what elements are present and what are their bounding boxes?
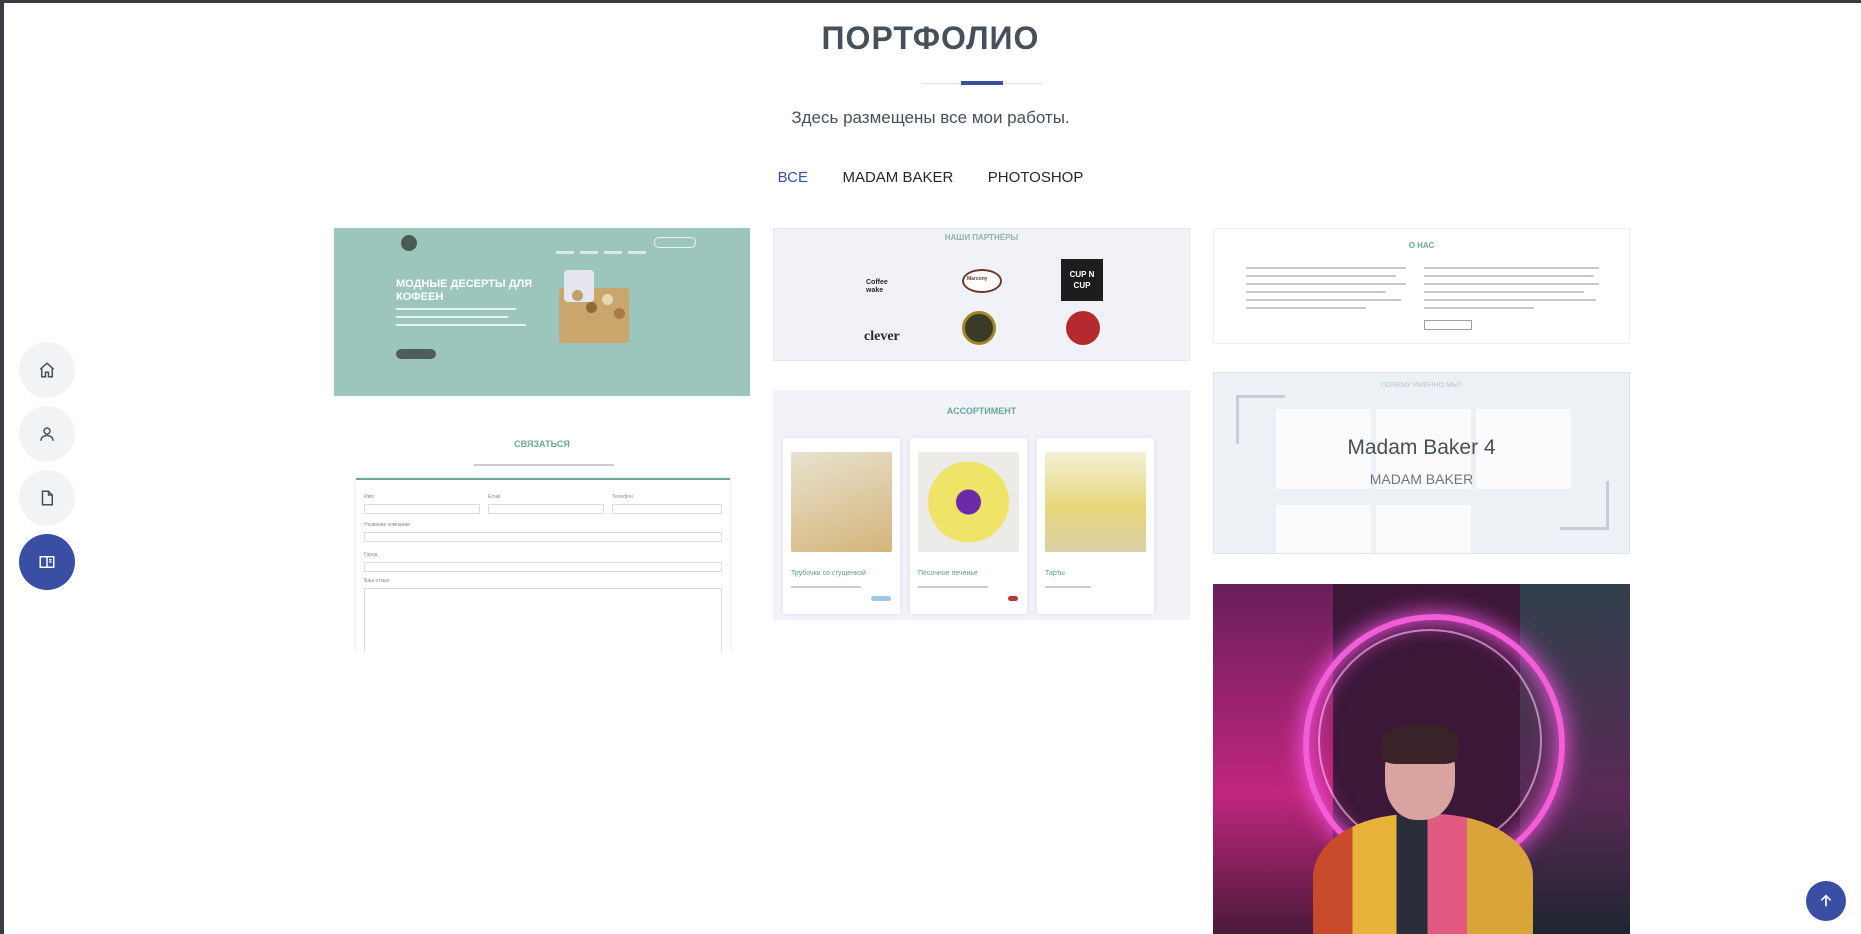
- field-label: Телефон: [612, 494, 633, 500]
- mock-text-line: [1424, 291, 1584, 293]
- mock-text-line: [1246, 275, 1396, 277]
- mock-input: [364, 504, 480, 514]
- portfolio-item-landing[interactable]: МОДНЫЕ ДЕСЕРТЫ ДЛЯ КОФЕЕН: [334, 228, 750, 396]
- partner-logo: [962, 311, 996, 345]
- nav-about-button[interactable]: [19, 406, 75, 462]
- book-icon: [39, 556, 55, 568]
- field-label: Ваш отзыв: [364, 578, 390, 584]
- partner-logo: clever: [864, 329, 900, 344]
- filter-photoshop[interactable]: Photoshop: [988, 169, 1084, 186]
- mock-text-line: [1246, 283, 1406, 285]
- tile-heading: НАШИ ПАРТНЁРЫ: [944, 233, 1019, 242]
- partner-logo: CUP N CUP: [1061, 259, 1103, 301]
- mock-text-lines: [396, 308, 526, 332]
- mock-feature-card: [1376, 505, 1471, 553]
- mock-text-line: [1424, 275, 1594, 277]
- window-top-border: [0, 0, 1861, 3]
- mock-feature-card: [1276, 505, 1371, 553]
- nav-home-button[interactable]: [19, 342, 75, 398]
- page-title: ПОРТФОЛИО: [821, 20, 1040, 56]
- mock-button: [1424, 320, 1472, 330]
- field-label: Город: [364, 552, 378, 558]
- field-label: Имя: [364, 494, 374, 500]
- mock-form: Имя Email Телефон Название компании Горо…: [356, 478, 730, 652]
- product-image: [918, 452, 1019, 552]
- partner-logo-text: Marcony: [967, 276, 988, 282]
- product-card: Тарты: [1037, 438, 1154, 614]
- overlay-corner: [1560, 481, 1609, 530]
- home-icon: [39, 362, 55, 378]
- mock-text-line: [791, 586, 861, 588]
- mock-text-line: [1246, 267, 1406, 269]
- mock-text-line: [1424, 267, 1599, 269]
- tile-heading: О НАС: [1408, 241, 1435, 250]
- mock-text-line: [1246, 291, 1386, 293]
- portfolio-item-title: Madam Baker 4: [1347, 436, 1496, 459]
- portfolio-item-assortment[interactable]: АССОРТИМЕНТ Трубочки со сгущенкой Песочн…: [773, 390, 1190, 620]
- portfolio-item-photoshop[interactable]: [1213, 584, 1630, 934]
- portfolio-item-why-us[interactable]: ПОЧЕМУ ИМЕННО МЫ? Madam Baker 4 MADAM BA…: [1213, 372, 1630, 554]
- portfolio-filters: Все Madam Baker Photoshop: [0, 169, 1861, 187]
- product-card: Песочное печенье: [910, 438, 1027, 614]
- file-icon: [41, 490, 53, 506]
- portfolio-item-partners[interactable]: НАШИ ПАРТНЁРЫ Coffee wake Marcony CUP N …: [773, 228, 1190, 361]
- portfolio-item-about[interactable]: О НАС: [1213, 228, 1630, 344]
- mock-text-line: [474, 464, 614, 466]
- tile-heading: СВЯЗАТЬСЯ: [514, 439, 570, 449]
- back-to-top-button[interactable]: [1806, 881, 1846, 921]
- product-name: Тарты: [1045, 570, 1065, 577]
- candy: [614, 308, 625, 319]
- candy: [586, 302, 597, 313]
- mock-input: [364, 562, 722, 572]
- candy: [602, 294, 613, 305]
- candy: [572, 290, 583, 301]
- window-left-border: [0, 0, 4, 934]
- title-divider-accent: [961, 81, 1003, 85]
- tile-heading: АССОРТИМЕНТ: [946, 406, 1017, 416]
- page-subtitle: Здесь размещены все мои работы.: [791, 108, 1070, 127]
- portrait-hair: [1381, 724, 1459, 764]
- mock-text-line: [1246, 307, 1366, 309]
- field-label: Название компании: [364, 522, 411, 528]
- product-name: Песочное печенье: [918, 570, 978, 577]
- mock-nav-button: [654, 237, 696, 248]
- portfolio-item-contact[interactable]: СВЯЗАТЬСЯ Имя Email Телефон Название ком…: [334, 424, 750, 652]
- side-navigation: [19, 342, 75, 598]
- product-image: [1045, 452, 1146, 552]
- mock-input: [612, 504, 722, 514]
- mock-input: [364, 532, 722, 542]
- product-tag: [871, 596, 891, 601]
- filter-all[interactable]: Все: [778, 169, 808, 186]
- arrow-up-icon: [1820, 894, 1832, 907]
- partner-logo: Coffee wake: [866, 279, 888, 294]
- product-tag: [1008, 596, 1018, 601]
- partner-logo: [1066, 311, 1100, 345]
- mock-text-line: [1424, 307, 1534, 309]
- mock-cta-button: [396, 349, 436, 359]
- mock-text-line: [1424, 283, 1599, 285]
- product-name: Трубочки со сгущенкой: [791, 570, 866, 577]
- portfolio-item-category: MADAM BAKER: [1369, 471, 1474, 487]
- mock-text-line: [1045, 586, 1091, 588]
- tile-heading: ПОЧЕМУ ИМЕННО МЫ?: [1381, 382, 1462, 389]
- tile-heading: МОДНЫЕ ДЕСЕРТЫ ДЛЯ КОФЕЕН: [396, 278, 533, 303]
- nav-resume-button[interactable]: [19, 470, 75, 526]
- mock-text-line: [918, 586, 988, 588]
- filter-madam-baker[interactable]: Madam Baker: [842, 169, 953, 186]
- product-card: Трубочки со сгущенкой: [783, 438, 900, 614]
- field-label: Email: [488, 494, 501, 500]
- nav-portfolio-button[interactable]: [19, 534, 75, 590]
- portrait-sweater: [1313, 814, 1533, 934]
- user-icon: [40, 427, 54, 441]
- mock-input: [488, 504, 604, 514]
- mock-text-line: [1424, 299, 1596, 301]
- mock-textarea: [364, 588, 722, 652]
- mock-text-line: [1246, 299, 1401, 301]
- site-logo: [401, 235, 417, 251]
- product-image: [791, 452, 892, 552]
